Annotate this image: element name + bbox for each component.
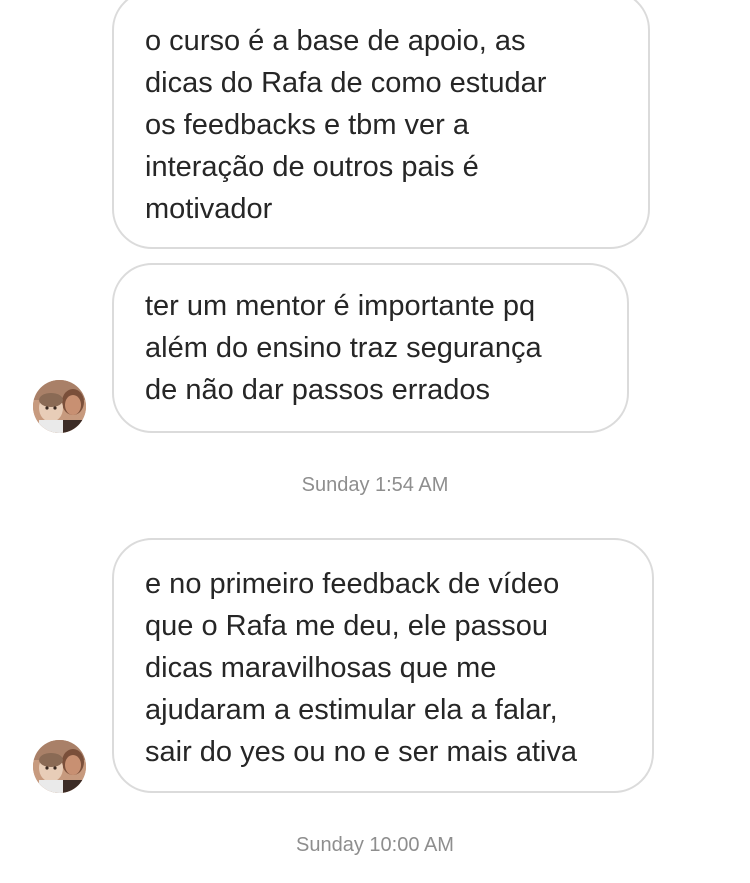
message-text-line: interação de outros pais é <box>145 151 479 183</box>
message-text-line: além do ensino traz segurança <box>145 332 542 364</box>
message-text-line: de não dar passos errados <box>145 374 490 406</box>
message-bubble[interactable]: ter um mentor é importante pq além do en… <box>112 263 629 433</box>
message-text-line: dicas do Rafa de como estudar <box>145 67 547 99</box>
message-text-line: os feedbacks e tbm ver a <box>145 109 469 141</box>
message-timestamp: Sunday 10:00 AM <box>296 834 454 856</box>
message-bubble[interactable]: e no primeiro feedback de vídeo que o Ra… <box>112 538 654 793</box>
sender-avatar[interactable] <box>33 380 86 433</box>
message-text-line: e no primeiro feedback de vídeo <box>145 568 560 600</box>
message-text-line: sair do yes ou no e ser mais ativa <box>145 736 577 768</box>
message-text-line: ajudaram a estimular ela a falar, <box>145 694 558 726</box>
avatar-photo-icon <box>33 740 86 793</box>
message-text-line: motivador <box>145 193 273 225</box>
message-timestamp: Sunday 1:54 AM <box>301 474 449 496</box>
message-text-line: o curso é a base de apoio, as <box>145 25 526 57</box>
message-bubble[interactable]: o curso é a base de apoio, as dicas do R… <box>112 0 650 249</box>
message-text-line: ter um mentor é importante pq <box>145 290 536 322</box>
avatar-photo-icon <box>33 380 86 433</box>
sender-avatar[interactable] <box>33 740 86 793</box>
message-text-line: dicas maravilhosas que me <box>145 652 497 684</box>
message-text-line: que o Rafa me deu, ele passou <box>145 610 549 642</box>
